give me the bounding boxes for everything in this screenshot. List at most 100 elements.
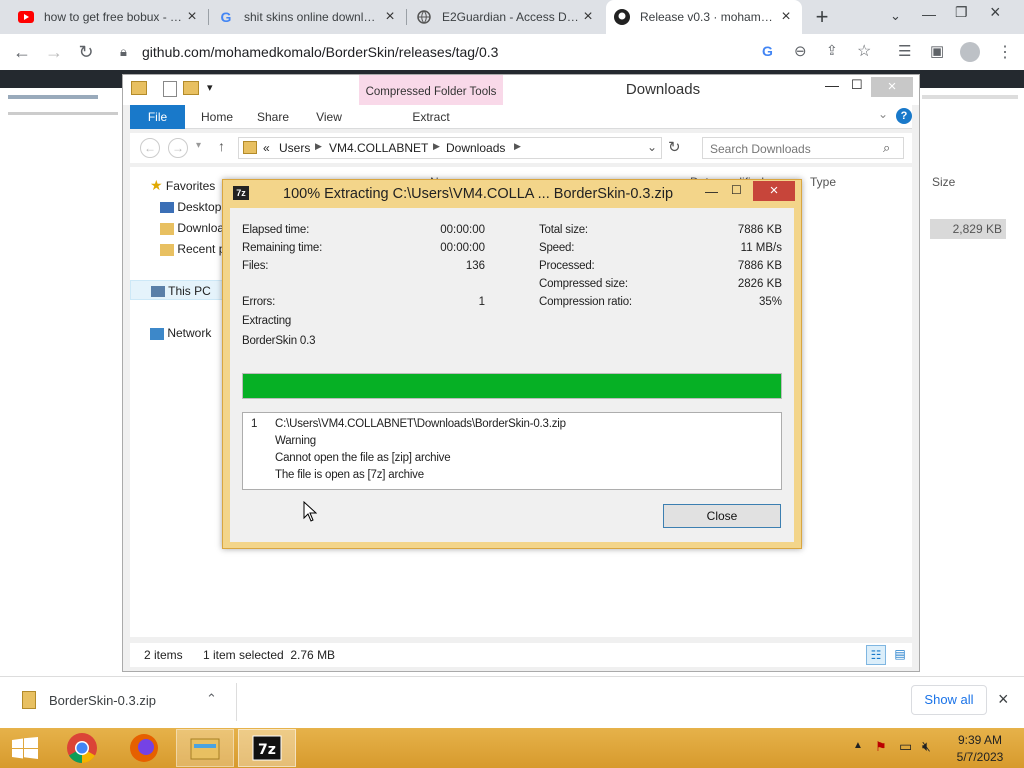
compressed-size-value: 2826 KB [737, 278, 782, 290]
tab-title: E2Guardian - Access Denied [442, 10, 580, 24]
explorer-address-bar[interactable]: « Users ▶ VM4.COLLABNET ▶ Downloads ▶ ⌄ [238, 137, 662, 159]
reload-icon[interactable]: ↻ [74, 40, 98, 64]
message-warning: Warning [275, 435, 316, 447]
volume-icon[interactable]: 🔇︎ [922, 738, 931, 755]
clock-time[interactable]: 9:39 AM [950, 733, 1010, 747]
ribbon-collapse-chevron-icon[interactable]: ⌄ [878, 107, 888, 121]
explorer-icon[interactable] [176, 729, 234, 767]
tab-share[interactable]: Share [248, 105, 298, 129]
refresh-icon[interactable]: ↻ [668, 138, 681, 156]
close-tab-icon[interactable]: × [382, 8, 398, 26]
progress-fill [243, 374, 781, 398]
show-hidden-icons-icon[interactable]: ▲ [853, 740, 863, 751]
close-button[interactable]: Close [663, 504, 781, 528]
bookmark-star-icon[interactable]: ☆ [857, 41, 871, 61]
download-options-chevron-icon[interactable]: ⌃ [206, 691, 217, 707]
errors-label: Errors: [242, 296, 276, 308]
column-header-type[interactable]: Type [810, 175, 836, 189]
nav-network[interactable]: Network [150, 323, 211, 343]
close-tab-icon[interactable]: × [184, 8, 200, 26]
network-tray-icon[interactable]: ▭ [899, 738, 912, 755]
forward-arrow-icon[interactable]: → [42, 40, 66, 64]
tab-view[interactable]: View [304, 105, 354, 129]
large-icons-view-icon[interactable]: ▤ [890, 645, 910, 665]
address-bar[interactable]: 🔒︎ github.com/mohamedkomalo/BorderSkin/r… [112, 38, 892, 66]
quick-access-dropdown-icon[interactable]: ▾ [207, 81, 213, 94]
tab-title: shit skins online download [244, 10, 382, 24]
firefox-icon[interactable] [116, 729, 172, 767]
action-center-icon[interactable]: ⚑ [875, 739, 887, 755]
tab-github-release[interactable]: Release v0.3 · mohamedkomalo × [606, 0, 802, 34]
maximize-icon[interactable]: ☐ [851, 77, 863, 93]
file-size-cell[interactable]: 2,829 KB [930, 219, 1006, 239]
clock-date[interactable]: 5/7/2023 [950, 750, 1010, 764]
7zip-icon[interactable]: 7z [238, 729, 296, 767]
address-dropdown-icon[interactable]: ⌄ [647, 140, 657, 154]
nav-label: This PC [168, 284, 211, 298]
svg-text:7z: 7z [258, 742, 276, 758]
tab-search-chevron-icon[interactable]: ⌄ [890, 8, 901, 24]
message-path: C:\Users\VM4.COLLABNET\Downloads\BorderS… [275, 418, 566, 430]
minimize-icon[interactable]: — [825, 77, 839, 93]
chrome-menu-icon[interactable]: ⋮ [997, 42, 1013, 62]
tab-youtube[interactable]: how to get free bobux - YouTube × [10, 0, 208, 34]
properties-icon[interactable] [163, 81, 177, 97]
forward-icon[interactable]: → [168, 138, 188, 158]
total-size-label: Total size: [539, 224, 588, 236]
help-icon[interactable]: ? [896, 108, 912, 124]
search-icon: ⌕ [883, 140, 891, 155]
tab-extract[interactable]: Extract [359, 105, 503, 129]
current-action: Extracting [242, 315, 292, 327]
minimize-window-icon[interactable]: — [922, 6, 936, 22]
profile-avatar[interactable] [960, 42, 980, 62]
breadcrumb-users[interactable]: Users [279, 141, 310, 155]
downloads-icon [160, 222, 174, 235]
reading-list-icon[interactable]: ☰ [898, 42, 911, 60]
tab-e2guardian[interactable]: E2Guardian - Access Denied × [408, 0, 604, 34]
start-icon[interactable] [0, 729, 50, 767]
column-header-size[interactable]: Size [932, 175, 955, 189]
computer-icon [151, 286, 165, 298]
details-view-icon[interactable]: ☷ [866, 645, 886, 665]
tab-file[interactable]: File [130, 105, 185, 129]
breadcrumb-vm4[interactable]: VM4.COLLABNET [329, 141, 428, 155]
star-icon: ★ [150, 177, 163, 193]
search-downloads-field[interactable]: Search Downloads ⌕ [702, 137, 904, 159]
new-folder-icon[interactable] [183, 81, 199, 95]
dialog-maximize-icon[interactable]: ☐ [731, 183, 742, 197]
tab-home[interactable]: Home [192, 105, 242, 129]
dialog-minimize-icon[interactable]: — [705, 184, 718, 199]
downloads-folder-icon [243, 141, 257, 154]
new-tab-button[interactable]: + [810, 4, 834, 30]
nav-favorites[interactable]: ★ Favorites [150, 175, 215, 195]
zoom-icon[interactable]: ⊖ [794, 42, 807, 60]
compressed-folder-tools-tab[interactable]: Compressed Folder Tools [359, 75, 503, 105]
tab-google-search[interactable]: G shit skins online download × [210, 0, 406, 34]
close-icon[interactable]: × [871, 77, 913, 97]
files-value: 136 [465, 260, 485, 272]
nav-desktop[interactable]: Desktop [160, 197, 221, 217]
close-window-icon[interactable]: × [990, 2, 1001, 23]
restore-window-icon[interactable]: ❐ [955, 4, 968, 21]
tab-title: how to get free bobux - YouTube [44, 10, 184, 24]
download-filename[interactable]: BorderSkin-0.3.zip [49, 693, 156, 708]
recent-locations-icon[interactable]: ▾ [196, 140, 201, 151]
back-icon[interactable]: ← [140, 138, 160, 158]
back-arrow-icon[interactable]: ← [10, 40, 34, 64]
compressed-size-label: Compressed size: [539, 278, 628, 290]
share-icon[interactable]: ⇪ [826, 42, 838, 59]
close-tab-icon[interactable]: × [778, 8, 794, 26]
dialog-close-icon[interactable]: × [753, 181, 795, 201]
search-placeholder: Search Downloads [710, 142, 811, 156]
breadcrumb-downloads[interactable]: Downloads [446, 141, 505, 155]
up-arrow-icon[interactable]: ↑ [218, 138, 225, 154]
close-shelf-icon[interactable]: × [998, 689, 1009, 710]
show-all-button[interactable]: Show all [911, 685, 987, 715]
close-tab-icon[interactable]: × [580, 8, 596, 26]
side-panel-icon[interactable]: ▣ [930, 42, 944, 60]
google-lens-icon[interactable]: G [762, 43, 773, 59]
messages-list[interactable]: 1 C:\Users\VM4.COLLABNET\Downloads\Borde… [242, 412, 782, 490]
breadcrumb-overflow[interactable]: « [263, 141, 270, 155]
message-index: 1 [251, 418, 258, 430]
chrome-icon[interactable] [54, 729, 110, 767]
